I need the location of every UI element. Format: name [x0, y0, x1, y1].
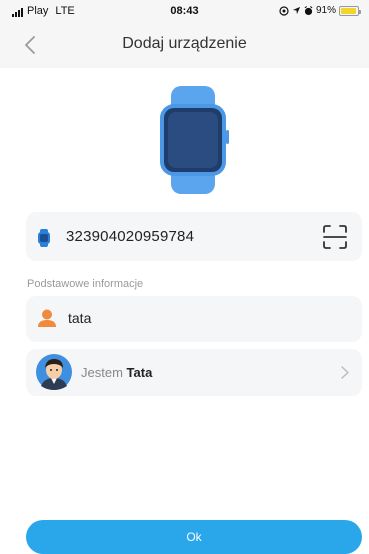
battery-icon [339, 5, 361, 16]
person-icon [38, 309, 56, 327]
name-field[interactable]: tata [26, 296, 362, 342]
scan-icon[interactable] [322, 224, 348, 250]
navigation-icon [292, 6, 301, 15]
location-icon [279, 5, 289, 16]
section-label: Podstawowe informacje [27, 278, 144, 290]
relation-text: Jestem Tata [81, 365, 152, 380]
status-bar: Play LTE 08:43 91% [0, 0, 369, 22]
imei-value: 323904020959784 [66, 228, 195, 245]
chevron-right-icon [341, 366, 349, 379]
status-right: 91% [279, 5, 361, 16]
smartwatch-icon [160, 86, 229, 194]
navigation-bar: Dodaj urządzenie [0, 22, 369, 68]
relation-selector[interactable]: Jestem Tata [26, 349, 362, 396]
avatar [36, 354, 72, 390]
page-title: Dodaj urządzenie [122, 35, 247, 52]
imei-field[interactable]: 323904020959784 [26, 212, 362, 261]
relation-prefix: Jestem [81, 365, 123, 380]
battery-percent: 91% [315, 5, 336, 16]
relation-value: Tata [126, 365, 153, 380]
ok-button[interactable]: Ok [26, 520, 362, 554]
alarm-icon [304, 5, 313, 15]
name-value: tata [68, 310, 92, 326]
watch-small-icon [38, 229, 50, 247]
